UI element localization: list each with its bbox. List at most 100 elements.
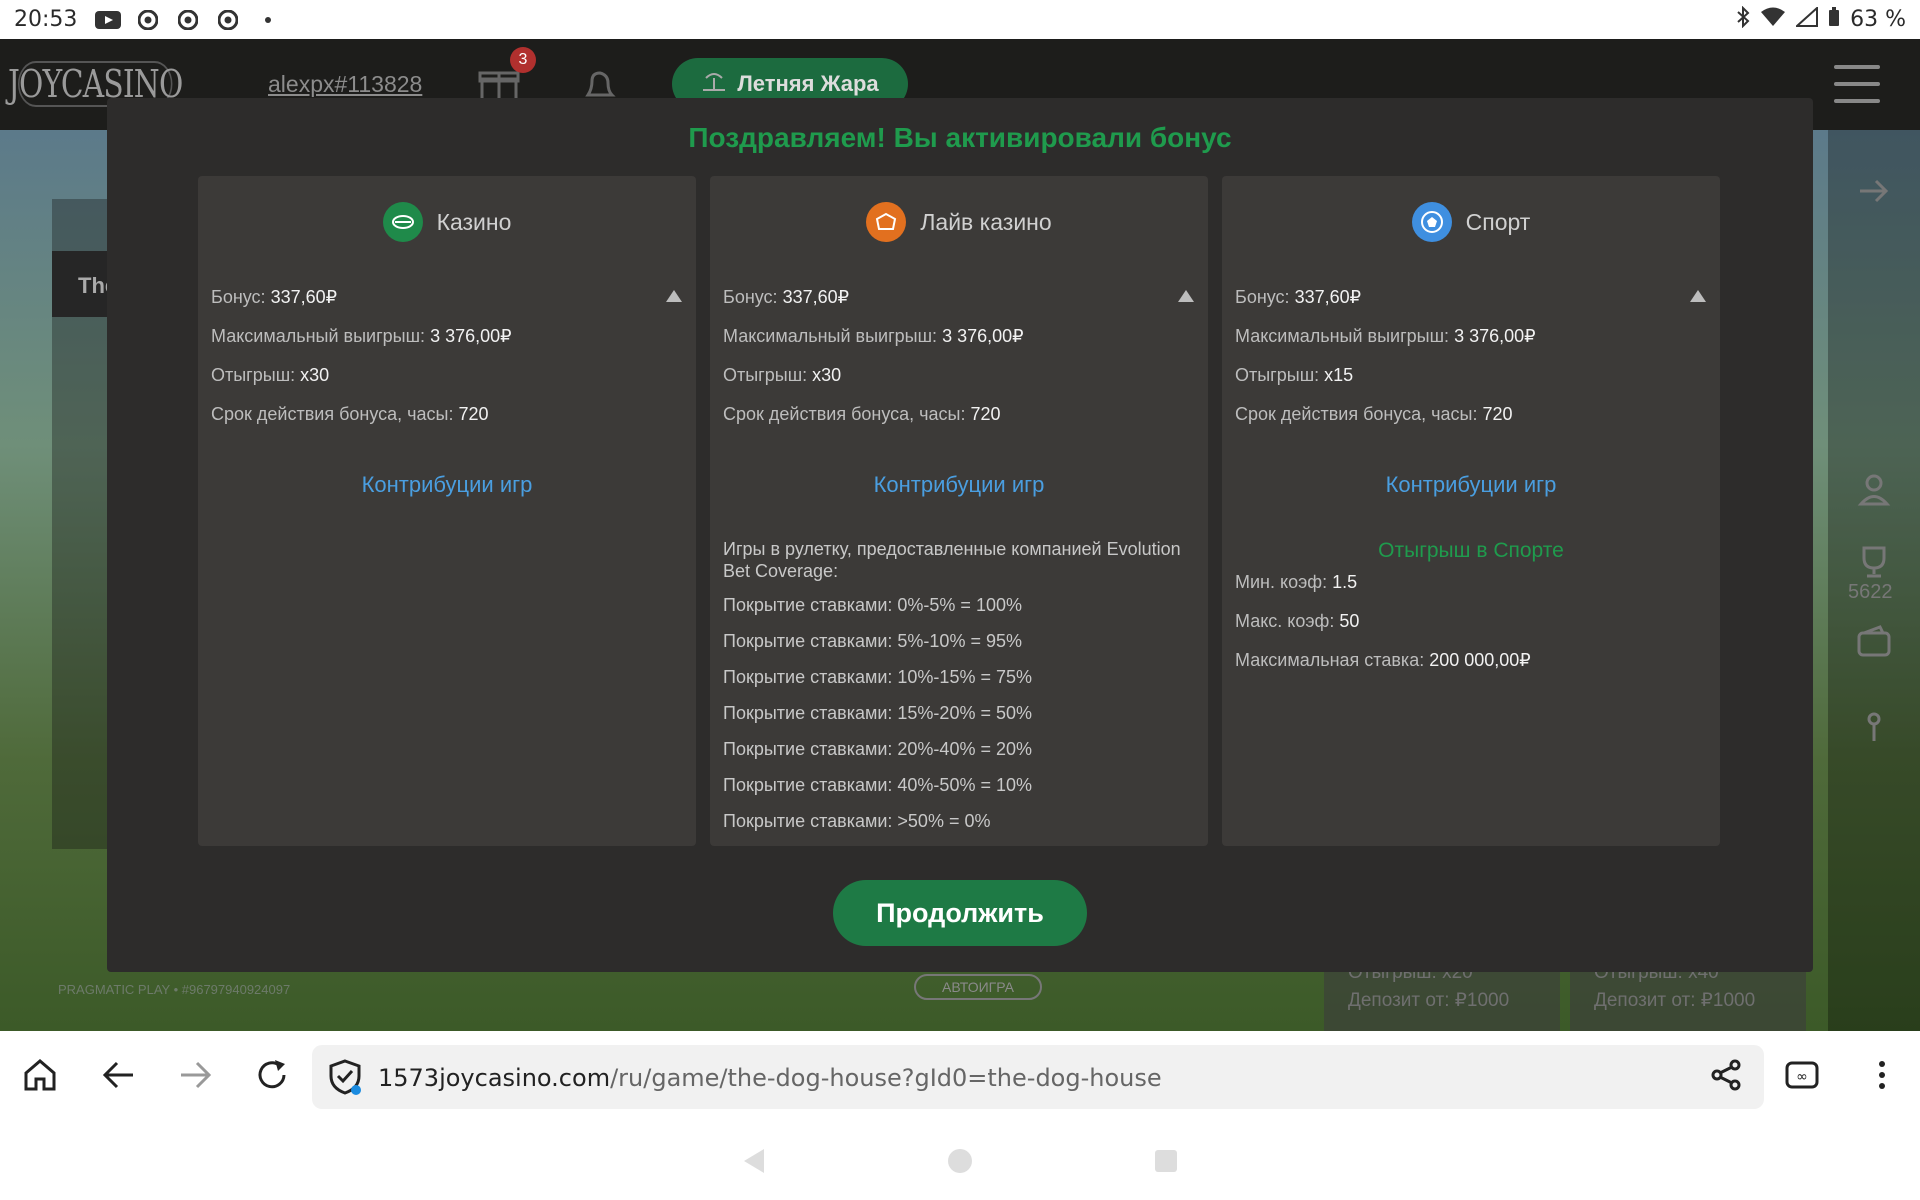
game-caption: PRAGMATIC PLAY • #96797940924097 — [58, 982, 291, 997]
youtube-icon — [95, 10, 122, 30]
column-header: Спорт — [1222, 202, 1720, 242]
row-value: 1.5 — [1332, 572, 1358, 592]
row-label: Бонус: — [211, 287, 271, 307]
row-value: x30 — [812, 365, 842, 385]
reload-icon[interactable] — [250, 1053, 294, 1097]
nav-recents-icon[interactable] — [1152, 1147, 1180, 1175]
username-link[interactable]: alexpx#113828 — [268, 71, 422, 98]
chrome-icon — [175, 9, 201, 30]
wifi-icon — [1760, 7, 1786, 33]
bonus-card-deposit: Депозит от: ₽1000 — [1594, 990, 1756, 1011]
column-title: Спорт — [1465, 208, 1531, 235]
column-header: Лайв казино — [710, 202, 1208, 242]
key-icon[interactable] — [1856, 709, 1892, 745]
bonus-card-deposit: Депозит от: ₽1000 — [1348, 990, 1510, 1011]
continue-button[interactable]: Продолжить — [833, 880, 1087, 946]
sport-wager-details: Мин. коэф: 1.5 Макс. коэф: 50 Максимальн… — [1235, 571, 1705, 688]
svg-text:∞: ∞ — [1796, 1069, 1808, 1085]
live-casino-icon — [866, 202, 907, 242]
url-text: 1573joycasino.com/ru/game/the-dog-house?… — [378, 1064, 1162, 1092]
row-value: 720 — [1482, 404, 1513, 424]
row-label: Отыгрыш: — [1235, 365, 1325, 385]
notes-heading: Игры в рулетку, предоставленные компание… — [723, 539, 1181, 581]
chrome-icon — [135, 9, 161, 30]
row-label: Бонус: — [1235, 287, 1295, 307]
row-label: Срок действия бонуса, часы: — [211, 404, 459, 424]
row-value: 337,60₽ — [782, 287, 850, 307]
bluetooth-icon — [1736, 5, 1750, 34]
coverage-row: Покрытие ставками: 10%-15% = 75% — [723, 667, 1032, 687]
forward-icon[interactable] — [174, 1053, 218, 1097]
bonus-modal: Поздравляем! Вы активировали бонус Казин… — [107, 98, 1813, 972]
validity-row: Срок действия бонуса, часы: 720 — [1235, 403, 1705, 442]
max-win-row: Максимальный выигрыш: 3 376,00₽ — [723, 325, 1193, 364]
system-nav-bar — [0, 1123, 1920, 1200]
row-value: 50 — [1339, 611, 1360, 631]
validity-row: Срок действия бонуса, часы: 720 — [723, 403, 1193, 442]
promo-label: Летняя Жара — [737, 71, 879, 96]
row-label: Мин. коэф: — [1235, 572, 1333, 592]
row-label: Срок действия бонуса, часы: — [723, 404, 971, 424]
battery-percent: 63 % — [1850, 7, 1906, 32]
coverage-row: Покрытие ставками: 15%-20% = 50% — [723, 703, 1032, 723]
contribution-notes: Игры в рулетку, предоставленные компание… — [723, 538, 1193, 846]
more-options-icon[interactable] — [1860, 1053, 1904, 1097]
row-label: Отыгрыш: — [211, 365, 301, 385]
max-bet-row: Максимальная ставка: 200 000,00₽ — [1235, 649, 1705, 688]
game-contributions-link[interactable]: Контрибуции игр — [198, 472, 696, 498]
browser-toolbar: 1573joycasino.com/ru/game/the-dog-house?… — [0, 1031, 1920, 1123]
wager-row: Отыгрыш: x15 — [1235, 364, 1705, 403]
row-value: 337,60₽ — [1294, 287, 1362, 307]
nav-back-icon[interactable] — [740, 1147, 768, 1175]
max-win-row: Максимальный выигрыш: 3 376,00₽ — [211, 325, 681, 364]
max-win-row: Максимальный выигрыш: 3 376,00₽ — [1235, 325, 1705, 364]
back-icon[interactable] — [96, 1053, 140, 1097]
game-contributions-link[interactable]: Контрибуции игр — [710, 472, 1208, 498]
bonus-details: Бонус: 337,60₽ Максимальный выигрыш: 3 3… — [1235, 286, 1705, 442]
profile-icon[interactable] — [1856, 471, 1892, 507]
home-icon[interactable] — [18, 1053, 62, 1097]
autoplay-button[interactable]: АВТОИГРА — [914, 974, 1042, 1000]
row-label: Бонус: — [723, 287, 783, 307]
row-label: Отыгрыш: — [723, 365, 813, 385]
signal-icon — [1794, 5, 1819, 33]
row-value: 3 376,00₽ — [942, 326, 1024, 346]
coverage-row: Покрытие ставками: >50% = 0% — [723, 811, 991, 831]
row-value: 3 376,00₽ — [430, 326, 512, 346]
coverage-row: Покрытие ставками: 0%-5% = 100% — [723, 595, 1022, 615]
column-title: Лайв казино — [920, 208, 1052, 235]
row-label: Макс. коэф: — [1235, 611, 1340, 631]
row-label: Максимальный выигрыш: — [211, 326, 431, 346]
bonus-details: Бонус: 337,60₽ Максимальный выигрыш: 3 3… — [211, 286, 681, 442]
row-value: 720 — [458, 404, 489, 424]
row-label: Максимальная ставка: — [1235, 650, 1430, 670]
min-odds-row: Мин. коэф: 1.5 — [1235, 571, 1705, 610]
shield-icon[interactable] — [328, 1059, 362, 1100]
row-value: 200 000,00₽ — [1429, 650, 1531, 670]
max-odds-row: Макс. коэф: 50 — [1235, 610, 1705, 649]
wager-row: Отыгрыш: x30 — [211, 364, 681, 403]
bonus-row: Бонус: 337,60₽ — [211, 286, 681, 325]
nav-home-icon[interactable] — [946, 1147, 974, 1175]
row-label: Максимальный выигрыш: — [1235, 326, 1455, 346]
column-header: Казино — [198, 202, 696, 242]
row-value: x15 — [1324, 365, 1354, 385]
modal-title: Поздравляем! Вы активировали бонус — [688, 122, 1232, 153]
bonus-column-live-casino: Лайв казино Бонус: 337,60₽ Максимальный … — [710, 176, 1208, 846]
share-icon[interactable] — [1704, 1053, 1748, 1097]
sport-wager-heading: Отыгрыш в Спорте — [1378, 539, 1564, 562]
sport-icon — [1411, 202, 1452, 242]
trophy-icon[interactable] — [1856, 544, 1892, 580]
game-contributions-link[interactable]: Контрибуции игр — [1222, 472, 1720, 498]
gift-count-badge: 3 — [510, 47, 536, 73]
coverage-row: Покрытие ставками: 40%-50% = 10% — [723, 775, 1032, 795]
validity-row: Срок действия бонуса, часы: 720 — [211, 403, 681, 442]
casino-icon — [382, 202, 423, 242]
arrow-right-icon[interactable] — [1856, 173, 1892, 209]
wager-row: Отыгрыш: x30 — [723, 364, 1193, 403]
more-notifications-icon — [255, 10, 281, 30]
tabs-icon[interactable]: ∞ — [1780, 1053, 1824, 1097]
menu-icon[interactable] — [1834, 65, 1880, 103]
address-bar[interactable]: 1573joycasino.com/ru/game/the-dog-house?… — [312, 1045, 1764, 1109]
wallet-icon[interactable] — [1856, 624, 1892, 660]
